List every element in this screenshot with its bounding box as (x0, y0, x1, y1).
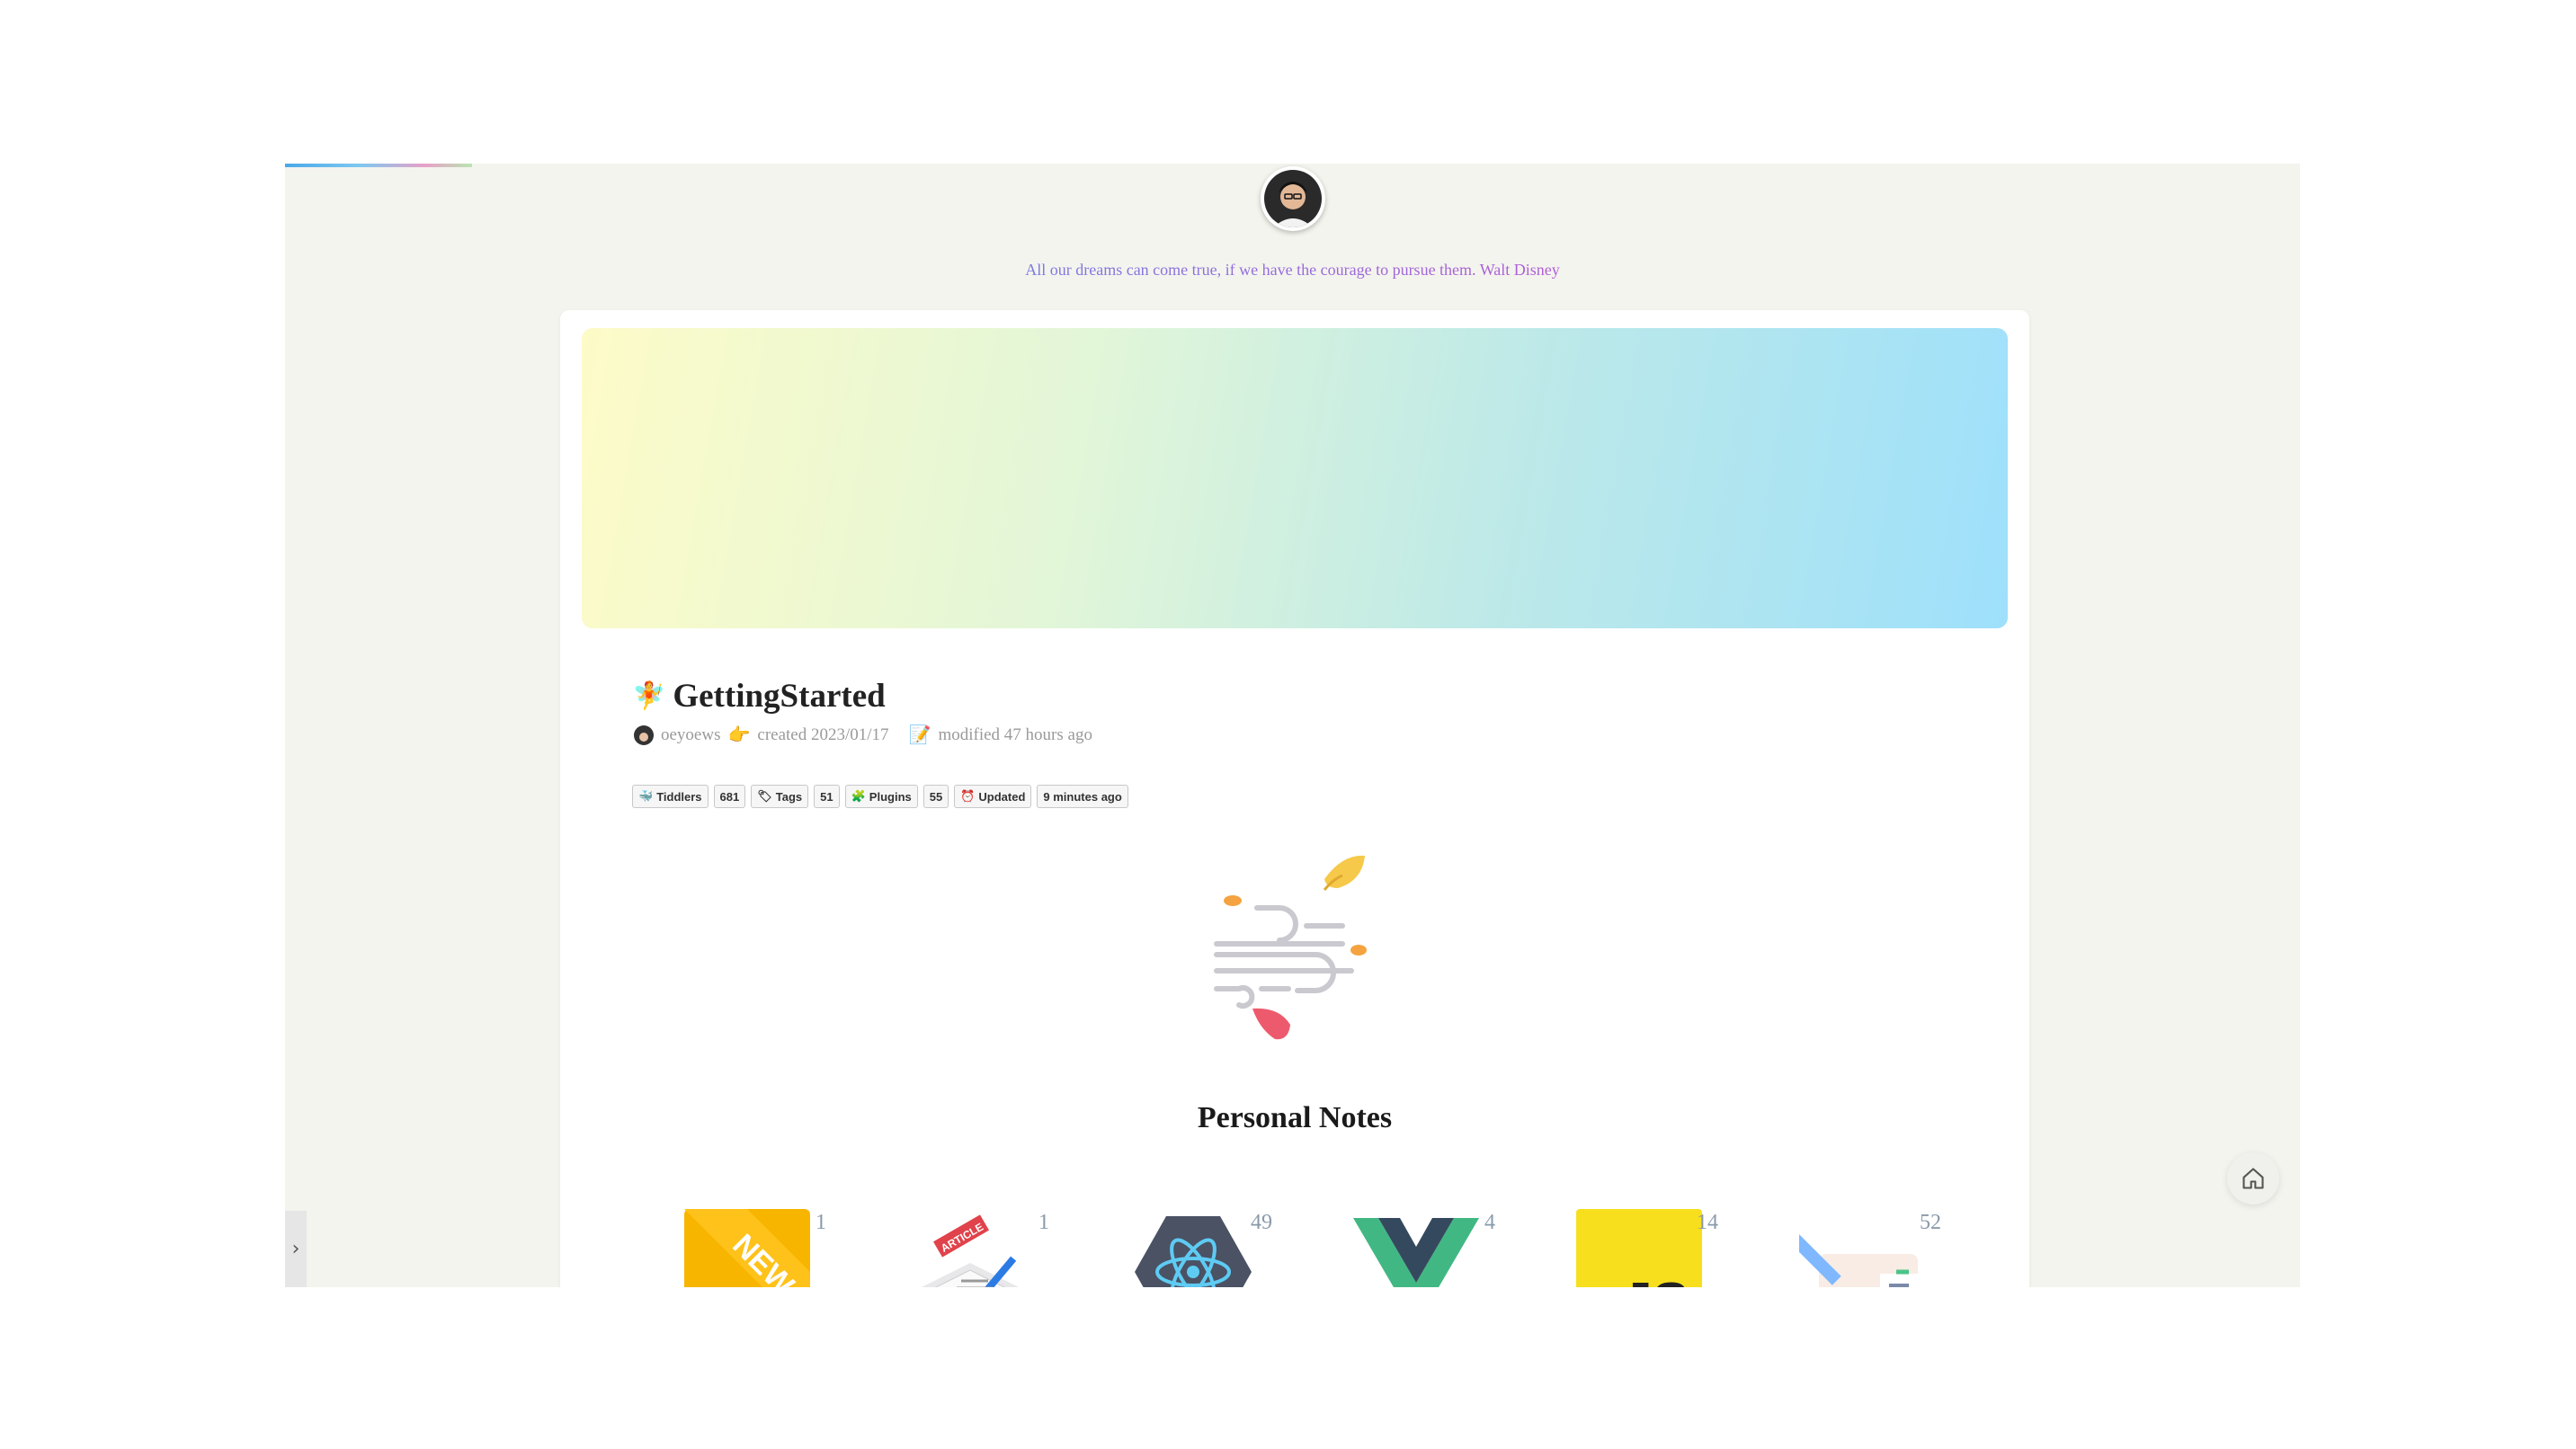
author-avatar-icon (634, 724, 654, 745)
notes-pencil-icon (1782, 1226, 1920, 1287)
react-icon (1135, 1216, 1252, 1287)
home-button[interactable] (2227, 1152, 2279, 1205)
tile-notes[interactable]: 52 (1782, 1209, 1941, 1287)
badge-updated-value: 9 minutes ago (1037, 785, 1128, 808)
badge-plugins-value: 55 (923, 785, 949, 808)
notes-tiles: NEW 1 ARTICLE 1 49 4 14 52 (684, 1209, 1943, 1287)
puzzle-icon: 🧩 (851, 789, 866, 803)
badge-label: Tiddlers (656, 789, 702, 804)
banner-image (582, 328, 2008, 628)
badge-tiddlers-label[interactable]: 🐳 Tiddlers (632, 785, 709, 808)
tag-icon: 🏷 (757, 789, 772, 803)
tile-react[interactable]: 49 (1130, 1209, 1272, 1287)
tiddler-card: 🧚 GettingStarted oeyoews 👉 created 2023/… (560, 310, 2029, 1287)
tile-vue[interactable]: 4 (1353, 1209, 1495, 1287)
badge-tiddlers-value: 681 (713, 785, 746, 808)
badge-plugins-label[interactable]: 🧩 Plugins (844, 785, 918, 808)
badge-tags-value: 51 (814, 785, 840, 808)
app-window: All our dreams can come true, if we have… (285, 164, 2300, 1287)
pointing-hand-icon: 👉 (727, 725, 751, 745)
section-title: Personal Notes (1197, 1101, 1393, 1134)
tile-count: 1 (816, 1211, 826, 1234)
stats-badges: 🐳 Tiddlers 681 🏷 Tags 51 🧩 Plugins 55 ⏰ … (632, 785, 1128, 808)
tile-count: 1 (1038, 1211, 1049, 1234)
user-avatar[interactable] (1261, 166, 1325, 231)
whale-icon: 🐳 (638, 789, 654, 803)
memo-icon: 📝 (908, 725, 931, 745)
tile-count: 49 (1251, 1211, 1272, 1234)
article-icon: ARTICLE (922, 1214, 1019, 1287)
author-name[interactable]: oeyoews (661, 725, 720, 745)
header-quote: All our dreams can come true, if we have… (285, 261, 2300, 280)
wind-leaves-icon (1214, 855, 1367, 1040)
fairy-icon: 🧚 (632, 681, 666, 711)
modified-date: modified 47 hours ago (938, 724, 1092, 744)
scroll-progress-bar (285, 164, 472, 167)
tile-article[interactable]: ARTICLE 1 (907, 1209, 1049, 1287)
new-tag-icon: NEW (684, 1209, 810, 1287)
badge-label: Updated (978, 789, 1026, 804)
tile-count: 4 (1484, 1211, 1495, 1234)
sidebar-toggle[interactable]: › (285, 1211, 307, 1287)
svg-text:JS: JS (1621, 1272, 1689, 1287)
vue-icon (1353, 1218, 1479, 1287)
tile-count: 14 (1697, 1211, 1718, 1234)
badge-label: Plugins (869, 789, 912, 804)
badge-tags-label[interactable]: 🏷 Tags (751, 785, 809, 808)
javascript-icon: JS (1576, 1209, 1702, 1287)
home-icon (2242, 1168, 2264, 1189)
avatar-image (1264, 170, 1322, 227)
tile-count: 52 (1920, 1211, 1941, 1234)
tiddler-title[interactable]: GettingStarted (673, 677, 885, 716)
badge-updated-label[interactable]: ⏰ Updated (954, 785, 1032, 808)
created-date: created 2023/01/17 (757, 724, 889, 744)
tiddler-meta: oeyoews 👉 created 2023/01/17 📝 modified … (634, 724, 1092, 746)
quote-text: All our dreams can come true, if we have… (1025, 261, 1560, 279)
tile-new[interactable]: NEW 1 (684, 1209, 826, 1287)
chevron-right-icon: › (291, 1238, 300, 1260)
tiddler-title-row: 🧚 GettingStarted (632, 677, 886, 716)
badge-label: Tags (775, 789, 803, 804)
tile-javascript[interactable]: JS 14 (1576, 1209, 1718, 1287)
alarm-clock-icon: ⏰ (960, 789, 976, 803)
